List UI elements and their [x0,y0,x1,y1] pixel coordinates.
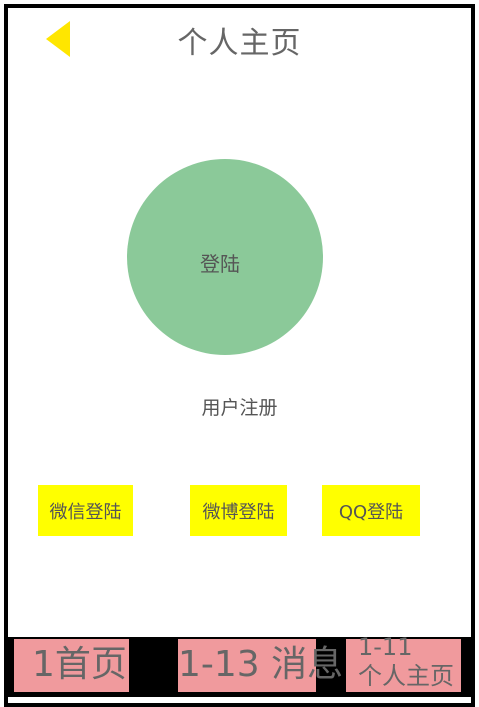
tab-home-label: 1首页 [32,644,127,685]
bottom-tab-bar: 1首页 1-13 消息 1-11 个人主页 [8,633,471,697]
phone-frame [4,4,475,707]
tab-profile[interactable]: 1-11 个人主页 [346,633,461,692]
tab-messages[interactable]: 1-13 消息 [178,639,343,692]
login-label: 登陆 [200,251,240,276]
tab-messages-label: 1-13 消息 [178,644,344,685]
tab-profile-id: 1-11 [358,633,413,661]
wechat-login-button[interactable]: 微信登陆 [38,485,133,536]
tab-profile-label: 个人主页 [358,662,454,690]
page-title: 个人主页 [177,26,302,61]
login-button[interactable]: 登陆 [127,159,323,355]
tab-home[interactable]: 1首页 [14,639,129,692]
qq-login-button[interactable]: QQ登陆 [322,485,420,536]
weibo-login-button[interactable]: 微博登陆 [190,485,287,536]
register-link[interactable]: 用户注册 [0,393,479,420]
